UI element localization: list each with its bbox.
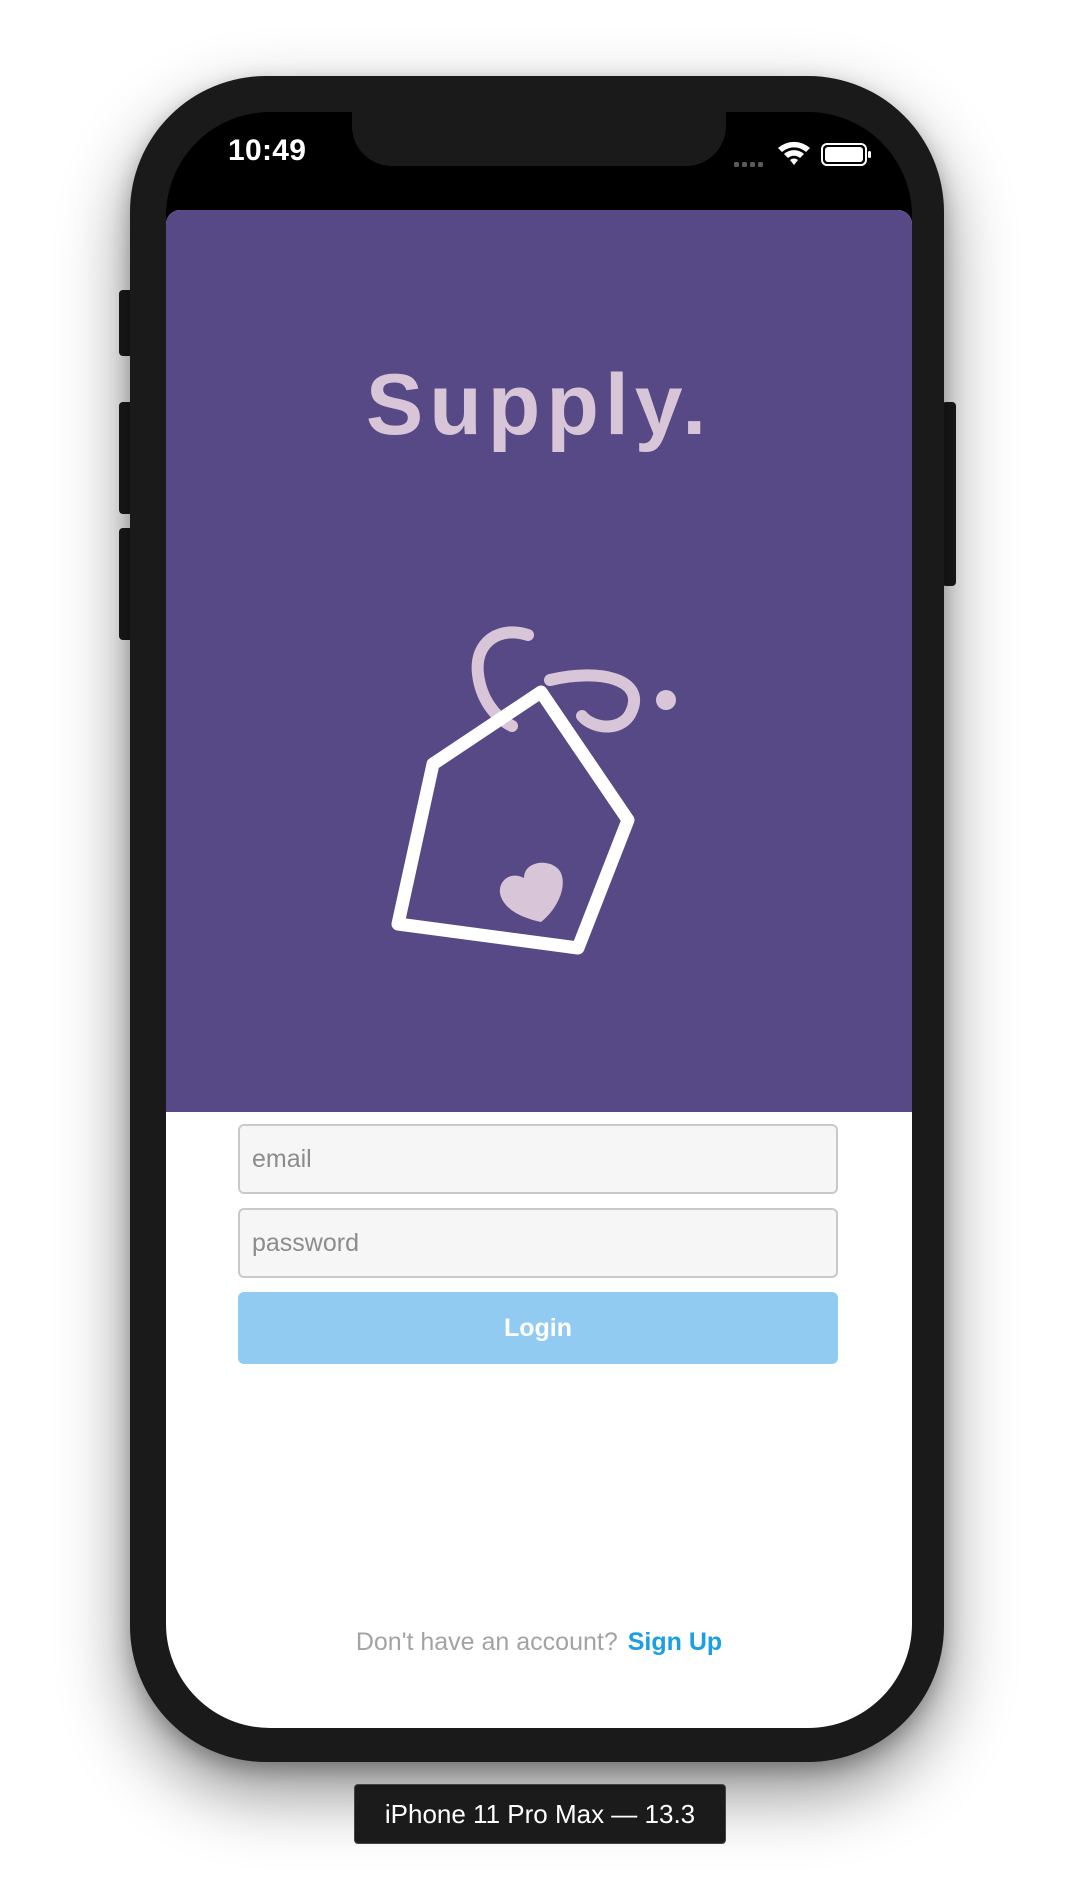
simulator-window: 10:49 Supply. email Login Don't have an … (0, 0, 1070, 1900)
power-button (942, 402, 956, 586)
cellular-signal-icon (734, 162, 763, 167)
wifi-icon (778, 141, 810, 165)
app-title: Supply. (365, 357, 713, 453)
hero-banner: Supply. (166, 210, 912, 1112)
signup-link[interactable]: Sign Up (628, 1628, 722, 1656)
email-field[interactable] (238, 1124, 838, 1194)
signup-prompt: Don't have an account? (355, 1628, 618, 1656)
device-label: iPhone 11 Pro Max — 13.3 (354, 1784, 726, 1844)
login-button[interactable]: Login (238, 1292, 838, 1364)
status-time: 10:49 (228, 134, 307, 167)
password-field[interactable] (238, 1208, 838, 1278)
battery-icon (821, 143, 871, 166)
signup-row: Don't have an account? Sign Up (166, 1628, 912, 1657)
price-tag-logo-icon (391, 626, 676, 955)
app-sheet: Supply. Login Don't have an account? Sign… (166, 210, 912, 1728)
notch (352, 112, 726, 166)
status-icons (734, 136, 874, 172)
phone-screen: 10:49 Supply. email Login Don't have an … (166, 112, 912, 1728)
